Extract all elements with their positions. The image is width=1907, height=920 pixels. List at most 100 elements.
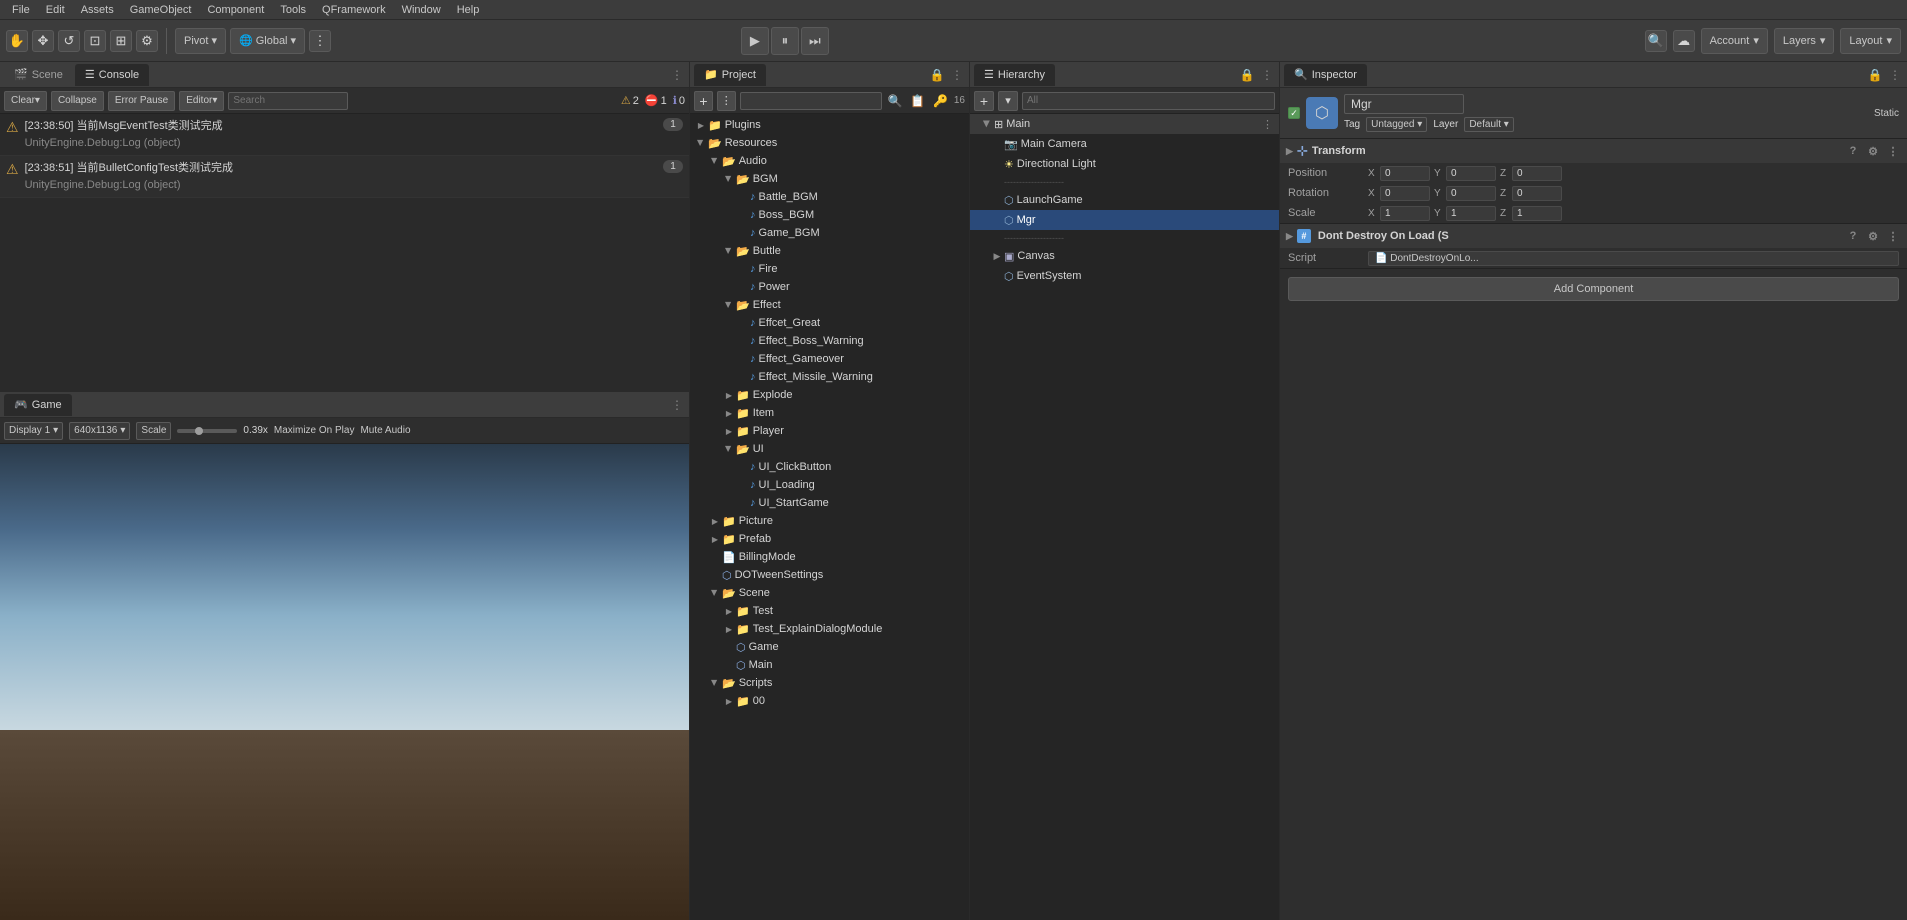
project-lock-btn[interactable]: 🔒 bbox=[929, 67, 945, 83]
dont-destroy-header[interactable]: ▶ # Dont Destroy On Load (S ? ⚙ ⋮ bbox=[1280, 224, 1907, 248]
tool-rotate[interactable]: ↺ bbox=[58, 30, 80, 52]
tree-item-bgm[interactable]: ▶ 📂 BGM bbox=[690, 170, 969, 188]
tree-item-audio[interactable]: ▶ 📂 Audio bbox=[690, 152, 969, 170]
resolution-dropdown[interactable]: 640x1136 ▾ bbox=[69, 422, 130, 440]
project-icon1[interactable]: 🔍 bbox=[886, 91, 905, 111]
pivot-button[interactable]: Pivot ▾ bbox=[175, 28, 226, 54]
tab-game[interactable]: 🎮 Game bbox=[4, 394, 72, 416]
error-pause-button[interactable]: Error Pause bbox=[108, 91, 175, 111]
tool-transform[interactable]: ⚙ bbox=[136, 30, 158, 52]
hierarchy-main-group[interactable]: ▶ ⊞ Main ⋮ bbox=[970, 114, 1279, 134]
tree-item-dotween[interactable]: ▶ ⬡ DOTweenSettings bbox=[690, 566, 969, 584]
dont-destroy-help-btn[interactable]: ? bbox=[1845, 228, 1861, 244]
tool-hand[interactable]: ✋ bbox=[6, 30, 28, 52]
tree-item-boss-bgm[interactable]: ▶ ♪ Boss_BGM bbox=[690, 206, 969, 224]
tree-item-billing[interactable]: ▶ 📄 BillingMode bbox=[690, 548, 969, 566]
tab-project[interactable]: 📁 Project bbox=[694, 64, 766, 86]
console-search-input[interactable] bbox=[228, 92, 348, 110]
tree-item-effect-missile[interactable]: ▶ ♪ Effect_Missile_Warning bbox=[690, 368, 969, 386]
search-btn[interactable]: 🔍 bbox=[1645, 30, 1667, 52]
scale-y-input[interactable] bbox=[1446, 206, 1496, 221]
rot-y-input[interactable] bbox=[1446, 186, 1496, 201]
tree-item-ui-loading[interactable]: ▶ ♪ UI_Loading bbox=[690, 476, 969, 494]
editor-button[interactable]: Editor ▾ bbox=[179, 91, 224, 111]
hierarchy-mgr[interactable]: ⬡ Mgr bbox=[970, 210, 1279, 230]
tree-item-effect-great[interactable]: ▶ ♪ Effcet_Great bbox=[690, 314, 969, 332]
tool-rect[interactable]: ⊞ bbox=[110, 30, 132, 52]
inspector-lock-btn[interactable]: 🔒 bbox=[1867, 67, 1883, 83]
tree-item-picture[interactable]: ▶ 📁 Picture bbox=[690, 512, 969, 530]
mute-label[interactable]: Mute Audio bbox=[360, 425, 410, 436]
cloud-btn[interactable]: ☁ bbox=[1673, 30, 1695, 52]
project-search[interactable] bbox=[740, 92, 882, 110]
hierarchy-add-btn2[interactable]: ▾ bbox=[998, 91, 1018, 111]
collapse-button[interactable]: Collapse bbox=[51, 91, 104, 111]
clear-button[interactable]: Clear ▾ bbox=[4, 91, 47, 111]
scale-slider[interactable] bbox=[177, 429, 237, 433]
add-component-button[interactable]: Add Component bbox=[1288, 277, 1899, 301]
pos-y-input[interactable] bbox=[1446, 166, 1496, 181]
step-button[interactable]: ⏭ bbox=[801, 27, 829, 55]
tree-item-scripts[interactable]: ▶ 📂 Scripts bbox=[690, 674, 969, 692]
hierarchy-event-system[interactable]: ⬡ EventSystem bbox=[970, 266, 1279, 286]
tree-item-effect-gameover[interactable]: ▶ ♪ Effect_Gameover bbox=[690, 350, 969, 368]
tree-item-ui[interactable]: ▶ 📂 UI bbox=[690, 440, 969, 458]
hierarchy-add-btn[interactable]: + bbox=[974, 91, 994, 111]
tree-item-power[interactable]: ▶ ♪ Power bbox=[690, 278, 969, 296]
menu-tools[interactable]: Tools bbox=[272, 4, 314, 16]
console-menu-btn[interactable]: ⋮ bbox=[669, 67, 685, 83]
play-button[interactable]: ▶ bbox=[741, 27, 769, 55]
menu-component[interactable]: Component bbox=[199, 4, 272, 16]
layers-dropdown[interactable]: Layers ▾ bbox=[1774, 28, 1835, 54]
tree-item-fire[interactable]: ▶ ♪ Fire bbox=[690, 260, 969, 278]
hierarchy-lock-btn[interactable]: 🔒 bbox=[1239, 67, 1255, 83]
hierarchy-launch-game[interactable]: ⬡ LaunchGame bbox=[970, 190, 1279, 210]
global-button[interactable]: 🌐 Global ▾ bbox=[230, 28, 305, 54]
hierarchy-canvas[interactable]: ▶ ▣ Canvas bbox=[970, 246, 1279, 266]
tree-item-effect-boss[interactable]: ▶ ♪ Effect_Boss_Warning bbox=[690, 332, 969, 350]
object-name-input[interactable] bbox=[1344, 94, 1464, 114]
tab-console[interactable]: ☰ Console bbox=[75, 64, 149, 86]
tree-item-resources[interactable]: ▶ 📂 Resources bbox=[690, 134, 969, 152]
tree-item-battle-bgm[interactable]: ▶ ♪ Battle_BGM bbox=[690, 188, 969, 206]
dont-destroy-more-btn[interactable]: ⋮ bbox=[1885, 228, 1901, 244]
tree-item-main-scene[interactable]: ▶ ⬡ Main bbox=[690, 656, 969, 674]
tree-item-scripts-00[interactable]: ▶ 📁 00 bbox=[690, 692, 969, 710]
menu-window[interactable]: Window bbox=[394, 4, 449, 16]
project-add-btn2[interactable]: ⋮ bbox=[717, 91, 736, 111]
account-dropdown[interactable]: Account ▾ bbox=[1701, 28, 1768, 54]
scale-x-input[interactable] bbox=[1380, 206, 1430, 221]
tab-hierarchy[interactable]: ☰ Hierarchy bbox=[974, 64, 1055, 86]
menu-edit[interactable]: Edit bbox=[38, 4, 73, 16]
maximize-label[interactable]: Maximize On Play bbox=[274, 425, 355, 436]
tree-item-test[interactable]: ▶ 📁 Test bbox=[690, 602, 969, 620]
tag-dropdown[interactable]: Untagged ▾ bbox=[1366, 117, 1427, 132]
tree-item-prefab[interactable]: ▶ 📁 Prefab bbox=[690, 530, 969, 548]
tree-item-item[interactable]: ▶ 📁 Item bbox=[690, 404, 969, 422]
display-dropdown[interactable]: Display 1 ▾ bbox=[4, 422, 63, 440]
tree-item-plugins[interactable]: ▶ 📁 Plugins bbox=[690, 116, 969, 134]
menu-gameobject[interactable]: GameObject bbox=[122, 4, 200, 16]
tree-item-effect[interactable]: ▶ 📂 Effect bbox=[690, 296, 969, 314]
project-icon2[interactable]: 📋 bbox=[908, 91, 927, 111]
tree-item-explode[interactable]: ▶ 📁 Explode bbox=[690, 386, 969, 404]
menu-assets[interactable]: Assets bbox=[73, 4, 122, 16]
menu-help[interactable]: Help bbox=[449, 4, 488, 16]
console-row-2[interactable]: ⚠ [23:38:51] 当前BulletConfigTest类测试完成 Uni… bbox=[0, 156, 689, 198]
hierarchy-menu-btn[interactable]: ⋮ bbox=[1259, 67, 1275, 83]
tab-inspector[interactable]: 🔍 Inspector bbox=[1284, 64, 1367, 86]
rot-z-input[interactable] bbox=[1512, 186, 1562, 201]
pause-button[interactable]: ⏸ bbox=[771, 27, 799, 55]
tree-item-game-scene[interactable]: ▶ ⬡ Game bbox=[690, 638, 969, 656]
hierarchy-search[interactable] bbox=[1022, 92, 1275, 110]
pos-z-input[interactable] bbox=[1512, 166, 1562, 181]
menu-file[interactable]: File bbox=[4, 4, 38, 16]
transform-more-btn[interactable]: ⋮ bbox=[1885, 143, 1901, 159]
rot-x-input[interactable] bbox=[1380, 186, 1430, 201]
hierarchy-dir-light[interactable]: ☀ Directional Light bbox=[970, 154, 1279, 174]
layout-dropdown[interactable]: Layout ▾ bbox=[1840, 28, 1901, 54]
tab-scene[interactable]: 🎬 Scene bbox=[4, 64, 73, 86]
tree-item-game-bgm[interactable]: ▶ ♪ Game_BGM bbox=[690, 224, 969, 242]
dont-destroy-settings-btn[interactable]: ⚙ bbox=[1865, 228, 1881, 244]
menu-qframework[interactable]: QFramework bbox=[314, 4, 394, 16]
